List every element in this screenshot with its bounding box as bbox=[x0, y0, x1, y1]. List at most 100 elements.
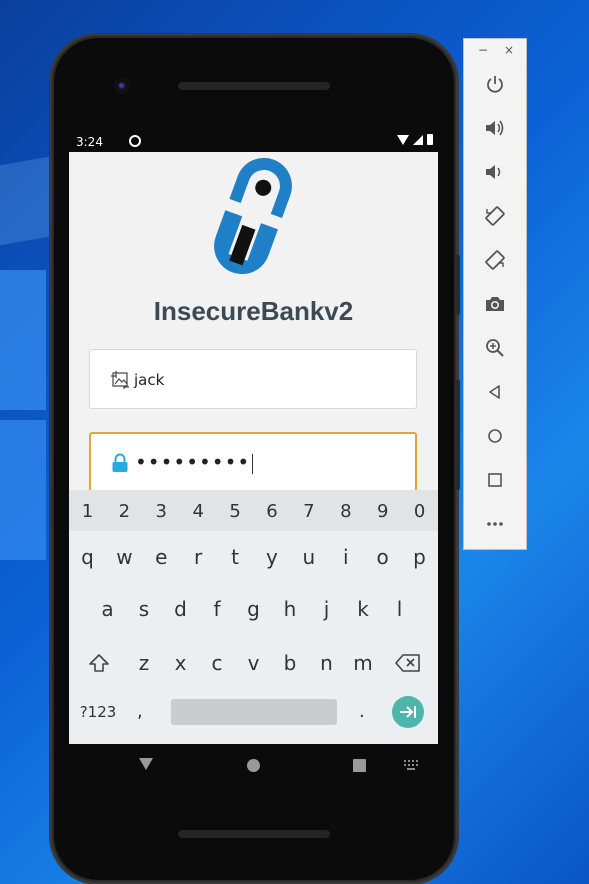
key-o[interactable]: o bbox=[364, 537, 401, 577]
rotate-right-button[interactable] bbox=[482, 247, 508, 273]
key-t[interactable]: t bbox=[217, 537, 254, 577]
keyboard-row-3: z x c v b n m bbox=[69, 643, 438, 683]
key-y[interactable]: y bbox=[254, 537, 291, 577]
shift-key[interactable] bbox=[72, 643, 126, 683]
more-button[interactable] bbox=[482, 511, 508, 537]
back-button[interactable] bbox=[482, 379, 508, 405]
key-i[interactable]: i bbox=[327, 537, 364, 577]
volume-up-button[interactable] bbox=[482, 115, 508, 141]
rotate-right-icon bbox=[485, 250, 505, 270]
status-time: 3:24 bbox=[76, 135, 103, 149]
keyboard-switch-icon[interactable] bbox=[404, 760, 418, 770]
key-j[interactable]: j bbox=[308, 589, 345, 629]
keyboard-bottom-row: ?123 , . bbox=[69, 696, 438, 731]
key-e[interactable]: e bbox=[143, 537, 180, 577]
key-6[interactable]: 6 bbox=[254, 491, 291, 531]
back-triangle-icon bbox=[489, 385, 500, 399]
desktop-light-beam bbox=[0, 420, 46, 560]
volume-down-button[interactable] bbox=[482, 159, 508, 185]
comma-key[interactable]: , bbox=[137, 701, 143, 722]
home-button[interactable] bbox=[482, 423, 508, 449]
key-k[interactable]: k bbox=[345, 589, 382, 629]
key-m[interactable]: m bbox=[345, 643, 382, 683]
period-key[interactable]: . bbox=[359, 701, 365, 722]
cellular-icon bbox=[413, 134, 423, 145]
screenshot-button[interactable] bbox=[482, 291, 508, 317]
status-bar: 3:24 bbox=[69, 132, 438, 152]
soft-keyboard: 1 2 3 4 5 6 7 8 9 0 q w e r t y u i o p … bbox=[69, 490, 438, 744]
key-u[interactable]: u bbox=[290, 537, 327, 577]
overview-square-icon bbox=[488, 473, 502, 487]
key-4[interactable]: 4 bbox=[180, 491, 217, 531]
key-8[interactable]: 8 bbox=[327, 491, 364, 531]
insecurebank-logo-icon bbox=[214, 157, 292, 275]
earpiece-speaker bbox=[178, 82, 330, 90]
number-row: 1 2 3 4 5 6 7 8 9 0 bbox=[69, 491, 438, 531]
backspace-icon bbox=[395, 654, 421, 672]
app-title: InsecureBankv2 bbox=[153, 296, 354, 326]
username-value: jack bbox=[134, 371, 165, 389]
sync-icon bbox=[129, 135, 141, 147]
zoom-button[interactable] bbox=[482, 335, 508, 361]
key-v[interactable]: v bbox=[235, 643, 272, 683]
keyboard-row-1: q w e r t y u i o p bbox=[69, 537, 438, 577]
bottom-speaker bbox=[178, 830, 330, 838]
home-circle-icon bbox=[488, 429, 502, 443]
key-5[interactable]: 5 bbox=[217, 491, 254, 531]
key-g[interactable]: g bbox=[235, 589, 272, 629]
key-1[interactable]: 1 bbox=[69, 491, 106, 531]
emulator-toolbar: − × bbox=[463, 38, 527, 550]
lock-icon bbox=[112, 453, 128, 472]
rotate-left-button[interactable] bbox=[482, 203, 508, 229]
user-avatar-placeholder-icon bbox=[111, 371, 129, 389]
nav-recents-icon[interactable] bbox=[353, 759, 366, 772]
key-s[interactable]: s bbox=[126, 589, 163, 629]
shift-icon bbox=[88, 654, 109, 672]
power-button[interactable] bbox=[482, 71, 508, 97]
key-q[interactable]: q bbox=[69, 537, 106, 577]
key-r[interactable]: r bbox=[180, 537, 217, 577]
key-p[interactable]: p bbox=[401, 537, 438, 577]
overview-button[interactable] bbox=[482, 467, 508, 493]
password-value: ••••••••• bbox=[135, 450, 254, 474]
app-screen: InsecureBankv2 jack ••••••••• 1 2 3 4 5 … bbox=[69, 152, 438, 744]
key-c[interactable]: c bbox=[199, 643, 236, 683]
key-0[interactable]: 0 bbox=[401, 491, 438, 531]
desktop-light-beam bbox=[0, 270, 46, 410]
key-h[interactable]: h bbox=[272, 589, 309, 629]
key-f[interactable]: f bbox=[199, 589, 236, 629]
volume-down-icon bbox=[486, 165, 501, 179]
key-n[interactable]: n bbox=[308, 643, 345, 683]
key-l[interactable]: l bbox=[381, 589, 418, 629]
key-w[interactable]: w bbox=[106, 537, 143, 577]
close-button[interactable]: × bbox=[504, 43, 514, 57]
password-field[interactable]: ••••••••• bbox=[89, 432, 417, 492]
key-x[interactable]: x bbox=[162, 643, 199, 683]
enter-arrow-icon bbox=[400, 706, 416, 718]
symbols-key[interactable]: ?123 bbox=[77, 703, 119, 721]
username-field[interactable]: jack bbox=[89, 349, 417, 409]
key-d[interactable]: d bbox=[162, 589, 199, 629]
key-a[interactable]: a bbox=[89, 589, 126, 629]
key-b[interactable]: b bbox=[272, 643, 309, 683]
minimize-button[interactable]: − bbox=[478, 43, 488, 57]
key-2[interactable]: 2 bbox=[106, 491, 143, 531]
nav-home-icon[interactable] bbox=[247, 759, 260, 772]
more-dots-icon bbox=[487, 522, 503, 526]
keyboard-row-2: a s d f g h j k l bbox=[69, 589, 438, 629]
wifi-icon bbox=[397, 134, 409, 145]
side-button bbox=[455, 380, 460, 490]
key-3[interactable]: 3 bbox=[143, 491, 180, 531]
camera-icon bbox=[486, 297, 504, 311]
enter-key[interactable] bbox=[392, 696, 424, 728]
key-z[interactable]: z bbox=[126, 643, 163, 683]
text-cursor bbox=[252, 453, 254, 474]
space-key[interactable] bbox=[171, 699, 337, 725]
front-camera bbox=[114, 78, 130, 94]
backspace-key[interactable] bbox=[381, 643, 435, 683]
nav-back-icon[interactable] bbox=[139, 758, 153, 770]
side-button bbox=[455, 255, 460, 315]
key-9[interactable]: 9 bbox=[364, 491, 401, 531]
key-7[interactable]: 7 bbox=[290, 491, 327, 531]
volume-up-icon bbox=[486, 120, 504, 136]
